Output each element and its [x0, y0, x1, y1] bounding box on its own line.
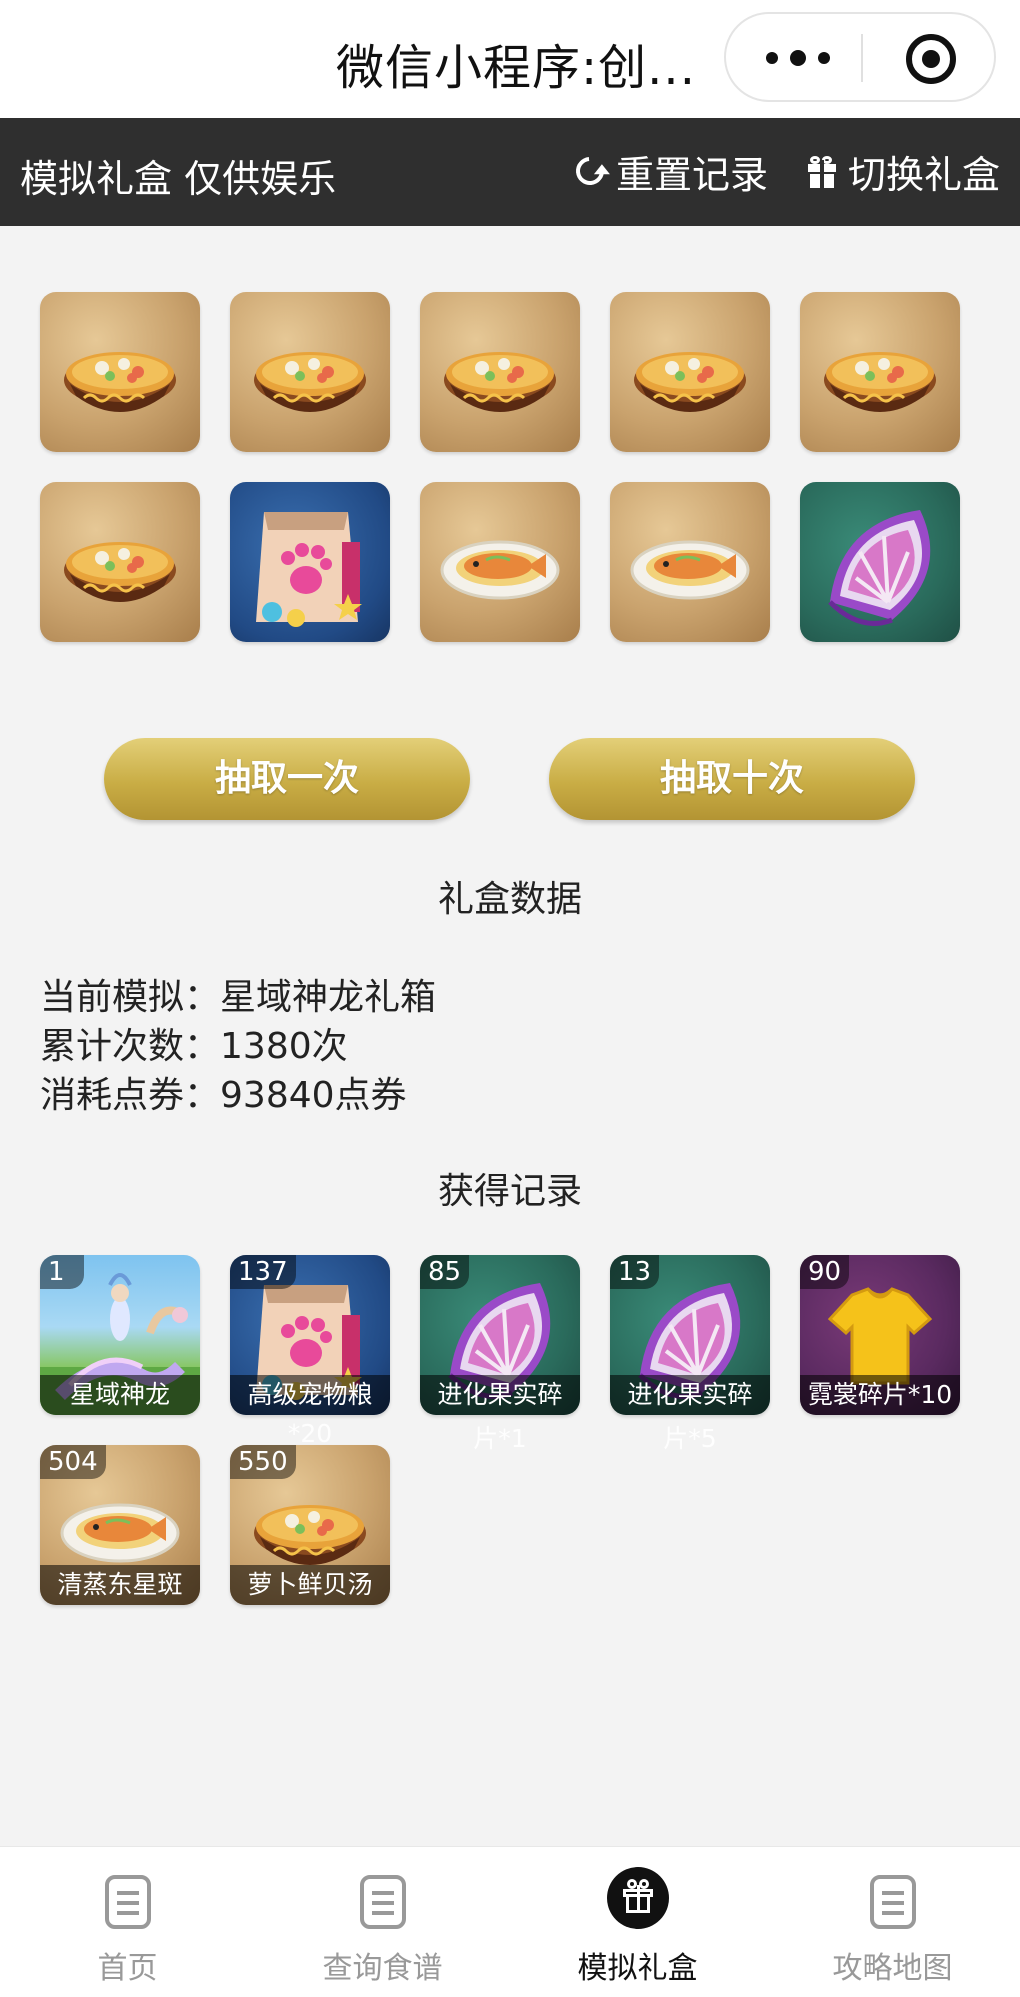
record-item-name: 清蒸东星斑	[40, 1565, 200, 1605]
more-icon[interactable]	[766, 42, 836, 72]
document-icon	[870, 1875, 916, 1929]
current-box-line: 当前模拟：星域神龙礼箱	[40, 968, 436, 1020]
soup-bowl-icon	[64, 542, 176, 602]
miniprogram-title: 微信小程序:创...	[336, 40, 696, 96]
tab-label: 首页	[97, 1951, 158, 1986]
soup-bowl-icon	[824, 352, 936, 412]
wechat-title-bar: 微信小程序:创...	[0, 0, 1020, 118]
document-icon	[105, 1875, 151, 1929]
record-count-badge: 504	[40, 1445, 106, 1479]
total-count-label: 累计次数：	[40, 1026, 221, 1067]
page-title: 模拟礼盒 仅供娱乐	[20, 157, 337, 201]
record-count-badge: 1	[40, 1255, 84, 1289]
draw-result-item[interactable]	[800, 482, 960, 642]
record-count-badge: 90	[800, 1255, 850, 1289]
draw-result-item[interactable]	[800, 292, 960, 452]
draw-result-item[interactable]	[230, 292, 390, 452]
record-item[interactable]: 85 进化果实碎	[420, 1255, 580, 1415]
switch-giftbox-label: 切换礼盒	[848, 152, 1001, 197]
record-count-badge: 550	[230, 1445, 296, 1479]
total-count-line: 累计次数：1380次	[40, 1017, 348, 1069]
draw-result-item[interactable]	[420, 292, 580, 452]
record-item-name-overflow: 片*5	[663, 1424, 717, 1453]
record-item-name: 萝卜鲜贝汤	[230, 1565, 390, 1605]
record-item-name: 霓裳碎片*10	[800, 1375, 960, 1415]
reset-records-label: 重置记录	[616, 152, 769, 197]
records-title: 获得记录	[437, 1171, 582, 1212]
record-item[interactable]: 13 进化果实碎	[610, 1255, 770, 1415]
draw-result-item[interactable]	[420, 482, 580, 642]
close-miniprogram-icon[interactable]	[906, 34, 956, 84]
current-box-value: 星域神龙礼箱	[220, 977, 437, 1018]
soup-bowl-icon	[634, 352, 746, 412]
tab-home[interactable]: 首页	[0, 1847, 255, 1997]
pet-food-bag-icon	[256, 512, 362, 627]
record-item-name: 进化果实碎	[420, 1375, 580, 1415]
tab-label: 模拟礼盒	[577, 1951, 698, 1986]
soup-bowl-icon	[254, 352, 366, 412]
capsule-divider	[861, 34, 863, 82]
record-item-name: 高级宠物粮	[230, 1375, 390, 1415]
soup-bowl-icon	[64, 352, 176, 412]
cost-value: 93840点券	[220, 1075, 407, 1116]
draw-result-item[interactable]	[610, 482, 770, 642]
gift-icon	[808, 156, 836, 188]
record-item-name: 进化果实碎	[610, 1375, 770, 1415]
record-item[interactable]: 90 霓裳碎片*10	[800, 1255, 960, 1415]
draw-ten-button[interactable]: 抽取十次	[549, 738, 915, 820]
record-count-badge: 137	[230, 1255, 296, 1289]
record-item[interactable]: 504 清蒸东星斑	[40, 1445, 200, 1605]
draw-result-item[interactable]	[40, 482, 200, 642]
tab-giftbox[interactable]: 模拟礼盒	[510, 1847, 765, 1997]
record-item[interactable]: 137 高级宠物粮	[230, 1255, 390, 1415]
gift-icon	[607, 1867, 669, 1929]
tab-recipes[interactable]: 查询食谱	[255, 1847, 510, 1997]
soup-bowl-icon	[444, 352, 556, 412]
current-box-label: 当前模拟：	[40, 977, 221, 1018]
record-item-name-overflow: *20	[287, 1419, 333, 1448]
fruit-slice-icon	[828, 510, 931, 626]
stats-title: 礼盒数据	[437, 879, 582, 920]
cost-label: 消耗点券：	[40, 1075, 221, 1116]
total-count-value: 1380次	[220, 1026, 348, 1067]
wechat-capsule	[724, 12, 996, 102]
record-item-name: 星域神龙	[40, 1375, 200, 1415]
cost-line: 消耗点券：93840点券	[40, 1066, 407, 1118]
record-count-badge: 13	[610, 1255, 660, 1289]
draw-result-item[interactable]	[610, 292, 770, 452]
draw-once-button[interactable]: 抽取一次	[104, 738, 470, 820]
steamed-fish-icon	[440, 540, 560, 600]
tab-label: 攻略地图	[832, 1951, 953, 1986]
switch-giftbox-button[interactable]: 切换礼盒	[808, 146, 1001, 197]
draw-result-item[interactable]	[230, 482, 390, 642]
record-count-badge: 85	[420, 1255, 470, 1289]
refresh-icon	[570, 151, 610, 191]
document-icon	[360, 1875, 406, 1929]
record-item[interactable]: 550 萝卜鲜贝汤	[230, 1445, 390, 1605]
tab-guide-map[interactable]: 攻略地图	[765, 1847, 1020, 1997]
toolbar: 模拟礼盒 仅供娱乐 重置记录 切换礼盒	[0, 118, 1020, 226]
steamed-fish-icon	[630, 540, 750, 600]
bottom-tab-bar: 首页 查询食谱 模拟礼盒 攻略地图	[0, 1846, 1020, 1997]
record-item-name-overflow: 片*1	[473, 1424, 527, 1453]
reset-records-button[interactable]: 重置记录	[570, 146, 769, 197]
record-item[interactable]: 1 星域神龙	[40, 1255, 200, 1415]
draw-result-item[interactable]	[40, 292, 200, 452]
tab-label: 查询食谱	[322, 1951, 443, 1986]
